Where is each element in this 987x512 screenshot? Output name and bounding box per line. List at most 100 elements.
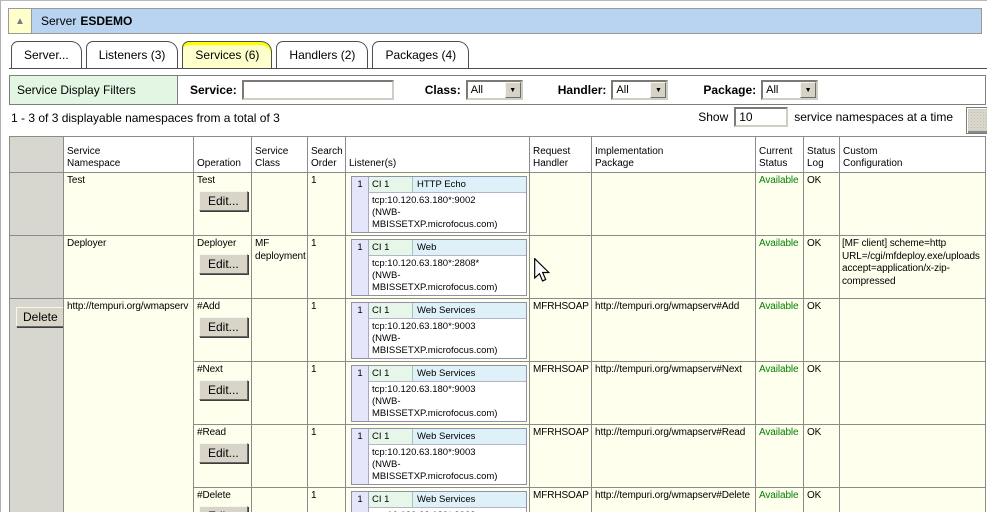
service-filter-input[interactable] (242, 80, 394, 100)
listener-conversation-badge: CI 1 (369, 429, 413, 444)
implementation-package-cell: http://tempuri.org/wmapserv#Read (592, 425, 756, 488)
package-filter-value: All (763, 82, 800, 98)
implementation-package-cell: http://tempuri.org/wmapserv#Delete (592, 488, 756, 512)
handler-filter-label: Handler: (558, 83, 607, 97)
service-namespace-cell: http://tempuri.org/wmapserv (64, 299, 194, 512)
listener-index: 1 (352, 177, 369, 232)
tab-bar: Server... Listeners (3) Services (6) Han… (9, 41, 987, 69)
service-class-cell (252, 425, 308, 488)
operation-name: #Delete (197, 490, 248, 503)
listener-address: tcp:10.120.63.180*:9003(NWB-MBISSETXP.mi… (369, 507, 526, 512)
operation-cell: #Delete Edit... (194, 488, 252, 512)
filter-bar: Service Display Filters Service: Class: … (9, 75, 986, 105)
table-row: TestTest Edit... 11CI 1HTTP Echotcp:10.120… (10, 173, 986, 236)
search-order-cell: 1 (308, 362, 346, 425)
listener-cell: 1CI 1Web Servicestcp:10.120.63.180*:9003… (346, 488, 530, 512)
listener-box: 1CI 1Web Servicestcp:10.120.63.180*:9003… (351, 365, 527, 422)
custom-config-cell (840, 173, 986, 236)
show-suffix: service namespaces at a time (794, 110, 953, 124)
listener-conversation-badge: CI 1 (369, 303, 413, 318)
listener-conversation-badge: CI 1 (369, 366, 413, 381)
tab-server[interactable]: Server... (11, 41, 82, 68)
service-class-cell (252, 173, 308, 236)
service-class-cell (252, 299, 308, 362)
request-handler-cell: MFRHSOAP (530, 488, 592, 512)
listener-conversation-badge: CI 1 (369, 177, 413, 192)
edit-button[interactable]: Edit... (199, 380, 248, 400)
listener-host: (NWB-MBISSETXP.microfocus.com) (372, 270, 524, 294)
table-row: DeployerDeployerEdit...MF deployment11CI… (10, 236, 986, 299)
listener-cell: 1CI 1Web Servicestcp:10.120.63.180*:9003… (346, 362, 530, 425)
listener-host: (NWB-MBISSETXP.microfocus.com) (372, 207, 524, 231)
class-filter-label: Class: (425, 83, 461, 97)
column-header-actions (10, 137, 64, 173)
delete-button[interactable]: Delete (16, 307, 64, 327)
show-label: Show (698, 110, 728, 124)
column-header-request-handler: Request Handler (530, 137, 592, 173)
tab-listeners[interactable]: Listeners (3) (86, 41, 179, 68)
listener-name: Web Services (413, 429, 526, 444)
listener-name: Web Services (413, 366, 526, 381)
right-edge-button[interactable] (966, 107, 987, 134)
operation-name: Test (197, 175, 248, 188)
edit-button[interactable]: Edit... (199, 506, 248, 512)
operation-name: #Next (197, 364, 248, 377)
filter-title: Service Display Filters (10, 76, 178, 104)
operation-cell: #Add Edit... (194, 299, 252, 362)
listener-box: 1CI 1HTTP Echotcp:10.120.63.180*:9002(NW… (351, 176, 527, 233)
edit-button[interactable]: Edit... (199, 254, 248, 274)
handler-filter-select[interactable]: All ▼ (611, 80, 668, 100)
collapse-toggle[interactable]: ▲ (8, 8, 32, 34)
class-filter-value: All (468, 82, 505, 98)
class-filter-select[interactable]: All ▼ (466, 80, 523, 100)
listener-address: tcp:10.120.63.180*:9002(NWB-MBISSETXP.mi… (369, 192, 526, 232)
tab-packages[interactable]: Packages (4) (372, 41, 469, 68)
package-filter-select[interactable]: All ▼ (761, 80, 818, 100)
listener-conversation-badge: CI 1 (369, 240, 413, 255)
listener-index: 1 (352, 366, 369, 421)
show-count-input[interactable] (734, 107, 788, 127)
request-handler-cell (530, 173, 592, 236)
filter-fields: Service: Class: All ▼ Handler: All ▼ Pac… (178, 76, 985, 104)
chevron-down-icon: ▼ (505, 82, 521, 98)
listener-conversation-badge: CI 1 (369, 492, 413, 507)
current-status-cell: Available (756, 425, 804, 488)
listener-box: 1CI 1Web Servicestcp:10.120.63.180*:9003… (351, 491, 527, 512)
server-titlebar: ▲ Server ESDEMO (8, 8, 982, 34)
request-handler-cell: MFRHSOAP (530, 299, 592, 362)
status-log-cell: OK (804, 299, 840, 362)
edit-button[interactable]: Edit... (199, 443, 248, 463)
listener-box: 1CI 1Webtcp:10.120.63.180*:2808*(NWB-MBI… (351, 239, 527, 296)
operation-name: #Add (197, 301, 248, 314)
row-action-cell (10, 236, 64, 299)
table-row: Deletehttp://tempuri.org/wmapserv#AddEdi… (10, 299, 986, 362)
edit-button[interactable]: Edit... (199, 191, 248, 211)
row-action-cell: Delete (10, 299, 64, 512)
column-header-current-status: Current Status (756, 137, 804, 173)
show-controls: Show service namespaces at a time (698, 107, 953, 127)
column-header-implementation-package: Implementation Package (592, 137, 756, 173)
custom-config-cell: [MF client] scheme=http URL=/cgi/mfdeplo… (840, 236, 986, 299)
request-handler-cell (530, 236, 592, 299)
tab-handlers[interactable]: Handlers (2) (276, 41, 368, 68)
listener-cell: 1CI 1HTTP Echotcp:10.120.63.180*:9002(NW… (346, 173, 530, 236)
implementation-package-cell (592, 236, 756, 299)
operation-cell: Test Edit... (194, 173, 252, 236)
listener-endpoint: tcp:10.120.63.180*:9003 (372, 384, 524, 396)
search-order-cell: 1 (308, 236, 346, 299)
edit-button[interactable]: Edit... (199, 317, 248, 337)
server-title-prefix: Server (41, 14, 76, 28)
services-table: Service NamespaceOperationService ClassS… (9, 136, 986, 512)
search-order-cell: 1 (308, 299, 346, 362)
es-admin-page: ▲ Server ESDEMO Server... Listeners (3) … (0, 0, 987, 512)
custom-config-cell (840, 425, 986, 488)
listener-index: 1 (352, 429, 369, 484)
listener-index: 1 (352, 303, 369, 358)
listener-cell: 1CI 1Web Servicestcp:10.120.63.180*:9003… (346, 299, 530, 362)
listener-endpoint: tcp:10.120.63.180*:9002 (372, 195, 524, 207)
service-class-cell: MF deployment (252, 236, 308, 299)
listener-address: tcp:10.120.63.180*:9003(NWB-MBISSETXP.mi… (369, 381, 526, 421)
custom-config-cell (840, 299, 986, 362)
tab-services[interactable]: Services (6) (182, 41, 272, 68)
service-namespace-cell: Deployer (64, 236, 194, 299)
